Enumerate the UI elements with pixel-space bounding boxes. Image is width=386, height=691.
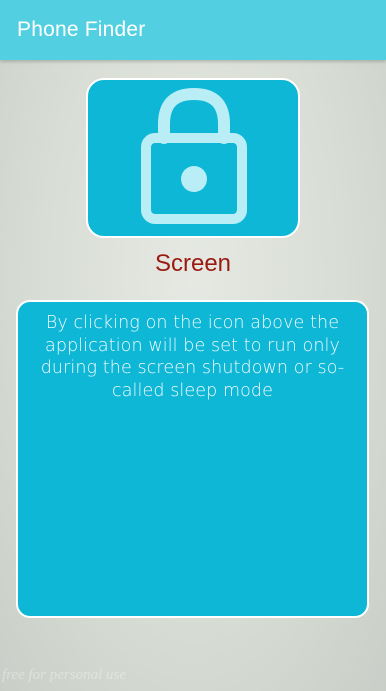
app-title: Phone Finder bbox=[17, 18, 146, 41]
watermark-text: free for personal use bbox=[2, 667, 127, 683]
info-panel: By clicking on the icon above the applic… bbox=[16, 300, 369, 618]
screen-lock-button[interactable] bbox=[86, 78, 300, 238]
mode-caption: Screen bbox=[154, 250, 232, 277]
info-text: By clicking on the icon above the applic… bbox=[40, 313, 345, 401]
lock-icon bbox=[141, 87, 247, 224]
app-bar: Phone Finder bbox=[0, 0, 386, 60]
